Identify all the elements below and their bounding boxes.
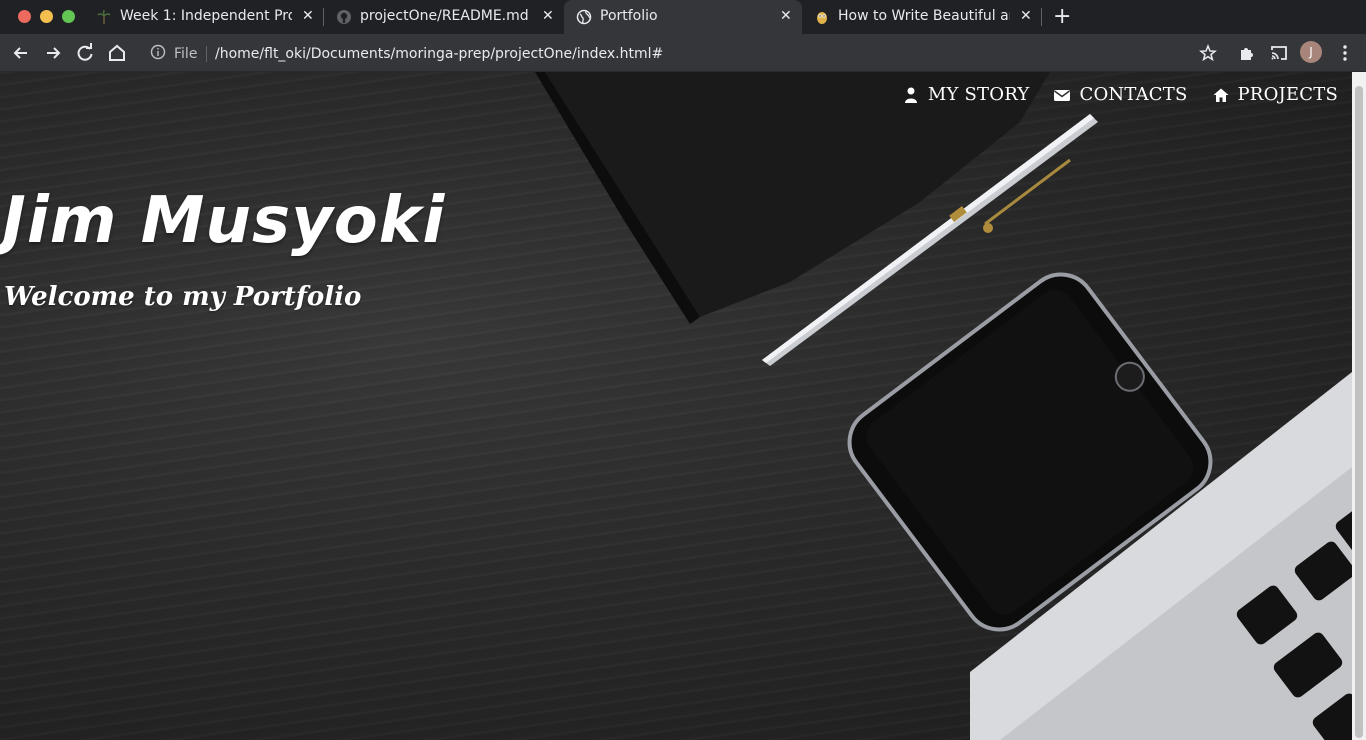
- page-scrollbar[interactable]: [1352, 72, 1366, 740]
- tab-separator: [1041, 8, 1042, 26]
- hero-name: Jim Musyoki: [2, 184, 446, 258]
- nav-label: CONTACTS: [1079, 84, 1188, 105]
- hero-subtitle: Welcome to my Portfolio: [4, 282, 362, 312]
- tab-week1[interactable]: Week 1: Independent Proj ✕: [84, 0, 324, 34]
- user-icon: [904, 87, 917, 103]
- window-minimize-button[interactable]: [40, 10, 53, 23]
- palm-tree-icon: [97, 9, 111, 24]
- top-navigation: MY STORY CONTACTS PROJECTS: [902, 84, 1338, 105]
- tab-title: Portfolio: [600, 8, 658, 24]
- forward-button[interactable]: [40, 40, 66, 66]
- portfolio-page: MY STORY CONTACTS PROJECTS Jim Musyoki W…: [0, 72, 1352, 740]
- extensions-button[interactable]: [1234, 40, 1260, 66]
- address-bar[interactable]: File /home/flt_oki/Documents/moringa-pre…: [140, 38, 1230, 68]
- puzzle-icon: [1241, 48, 1253, 60]
- reload-icon: [77, 43, 93, 61]
- bookmark-button[interactable]: [1195, 40, 1221, 66]
- hero-background-image: [535, 72, 1352, 740]
- envelope-icon: [1054, 89, 1071, 101]
- star-icon: [1199, 43, 1217, 62]
- nav-label: PROJECTS: [1237, 84, 1338, 105]
- browser-toolbar: File /home/flt_oki/Documents/moringa-pre…: [0, 34, 1366, 72]
- tab-title: projectOne/README.md: [360, 8, 529, 24]
- nav-my-story[interactable]: MY STORY: [902, 84, 1030, 105]
- cast-button[interactable]: [1266, 40, 1292, 66]
- tab-close-button[interactable]: ✕: [1020, 8, 1032, 24]
- omnibox-divider: [206, 46, 207, 62]
- arrow-right-icon: [47, 47, 61, 59]
- tab-close-button[interactable]: ✕: [302, 8, 314, 24]
- cast-icon: [1271, 46, 1287, 60]
- reload-button[interactable]: [72, 40, 98, 66]
- tab-medium[interactable]: How to Write Beautiful an ✕: [802, 0, 1042, 34]
- github-icon: [337, 10, 351, 24]
- profile-avatar[interactable]: J: [1300, 41, 1322, 63]
- home-button[interactable]: [104, 40, 130, 66]
- info-icon[interactable]: [150, 44, 166, 60]
- tab-title: How to Write Beautiful an: [838, 8, 1010, 24]
- medium-owl-icon: [817, 12, 827, 24]
- window-close-button[interactable]: [18, 10, 31, 23]
- nav-contacts[interactable]: CONTACTS: [1053, 84, 1187, 105]
- tab-strip: Week 1: Independent Proj ✕ projectOne/RE…: [0, 0, 1366, 34]
- tab-close-button[interactable]: ✕: [780, 8, 792, 24]
- kebab-menu-icon: [1343, 45, 1347, 61]
- globe-icon: [576, 9, 592, 25]
- menu-button[interactable]: [1332, 40, 1358, 66]
- tab-portfolio[interactable]: Portfolio ✕: [564, 0, 802, 34]
- scheme-label: File: [174, 46, 198, 62]
- window-maximize-button[interactable]: [62, 10, 75, 23]
- home-icon: [109, 44, 125, 61]
- nav-label: MY STORY: [927, 84, 1030, 105]
- arrow-left-icon: [13, 47, 27, 59]
- new-tab-button[interactable]: +: [1053, 4, 1071, 29]
- tab-close-button[interactable]: ✕: [542, 8, 554, 24]
- home-icon: [1213, 88, 1228, 102]
- tab-title: Week 1: Independent Proj: [120, 8, 292, 24]
- url-text[interactable]: /home/flt_oki/Documents/moringa-prep/pro…: [215, 46, 663, 62]
- nav-projects[interactable]: PROJECTS: [1212, 84, 1339, 105]
- tab-readme[interactable]: projectOne/README.md ✕: [324, 0, 564, 34]
- back-button[interactable]: [8, 40, 34, 66]
- scrollbar-thumb[interactable]: [1355, 86, 1363, 738]
